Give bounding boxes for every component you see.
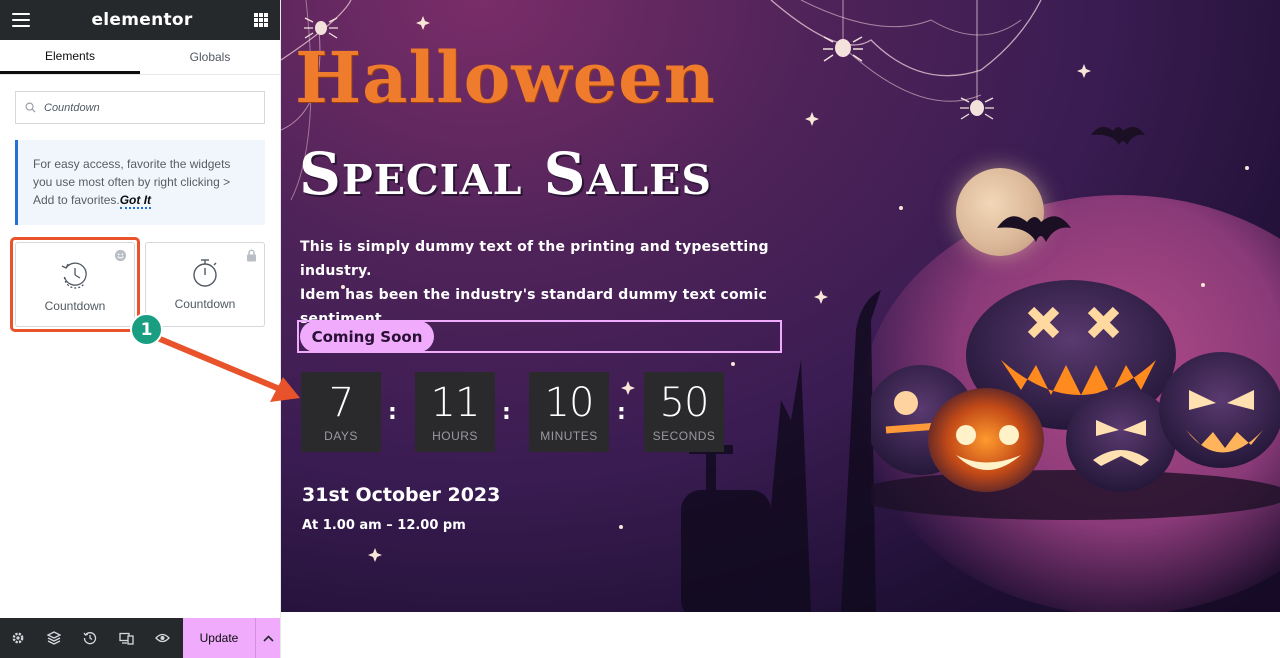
- countdown-widget-free[interactable]: Countdown: [15, 242, 135, 327]
- countdown-days-label: DAYS: [324, 429, 358, 443]
- event-date[interactable]: 31st October 2023: [302, 484, 500, 506]
- countdown-hours-value: 11: [430, 380, 481, 426]
- countdown-minutes-label: MINUTES: [540, 429, 598, 443]
- countdown-widget-pro[interactable]: Countdown: [145, 242, 265, 327]
- countdown-seconds-value: 50: [659, 380, 710, 426]
- tab-globals[interactable]: Globals: [140, 40, 280, 74]
- update-options-chevron-up-icon[interactable]: [255, 618, 280, 658]
- pumpkins-illustration: [871, 280, 1280, 520]
- moon-image: [956, 168, 1044, 256]
- panel-tabs: Elements Globals: [0, 40, 280, 75]
- countdown-clock-icon: [61, 262, 87, 289]
- countdown-separator: :: [502, 400, 511, 425]
- lock-icon: [247, 249, 256, 262]
- history-icon[interactable]: [72, 618, 108, 658]
- settings-icon[interactable]: [0, 618, 36, 658]
- countdown-seconds-label: SECONDS: [652, 429, 716, 443]
- update-button[interactable]: Update: [183, 618, 255, 658]
- coming-soon-button[interactable]: Coming Soon: [300, 321, 434, 352]
- got-it-link[interactable]: Got It: [119, 193, 152, 209]
- widget-search: [15, 91, 265, 124]
- countdown-hours-label: HOURS: [432, 429, 478, 443]
- countdown-separator: :: [617, 400, 626, 425]
- emoji-face-icon: [114, 249, 127, 262]
- search-icon: [25, 102, 36, 113]
- special-sales-heading[interactable]: Special Sales: [299, 140, 712, 208]
- widget-label: Countdown: [174, 297, 236, 311]
- widget-label: Countdown: [44, 299, 106, 313]
- responsive-icon[interactable]: [108, 618, 144, 658]
- preview-canvas: Halloween Special Sales This is simply d…: [281, 0, 1280, 612]
- stopwatch-icon: [193, 259, 217, 287]
- countdown-hours[interactable]: 11 HOURS: [415, 372, 495, 452]
- panel-header: elementor: [0, 0, 280, 40]
- countdown-days-value: 7: [328, 380, 354, 426]
- search-input[interactable]: [44, 101, 244, 114]
- elementor-logo: elementor: [91, 10, 193, 30]
- tab-elements[interactable]: Elements: [0, 40, 140, 74]
- countdown-minutes[interactable]: 10 MINUTES: [529, 372, 609, 452]
- panel-footer: Update: [0, 618, 280, 658]
- countdown-days[interactable]: 7 DAYS: [301, 372, 381, 452]
- layers-icon[interactable]: [36, 618, 72, 658]
- event-time[interactable]: At 1.00 am – 12.00 pm: [302, 518, 466, 533]
- halloween-heading[interactable]: Halloween: [295, 36, 716, 119]
- app-root: elementor Elements Globals For easy acce…: [0, 0, 1280, 658]
- favorites-notice: For easy access, favorite the widgets yo…: [15, 140, 265, 225]
- widgets-grid-icon[interactable]: [254, 13, 268, 27]
- step-number-badge: 1: [130, 313, 163, 346]
- description-line-1: This is simply dummy text of the printin…: [300, 239, 769, 279]
- countdown-seconds[interactable]: 50 SECONDS: [644, 372, 724, 452]
- countdown-minutes-value: 10: [544, 380, 595, 426]
- preview-eye-icon[interactable]: [144, 618, 180, 658]
- hamburger-menu-icon[interactable]: [12, 13, 30, 27]
- description-text[interactable]: This is simply dummy text of the printin…: [300, 235, 780, 331]
- countdown-separator: :: [388, 400, 397, 425]
